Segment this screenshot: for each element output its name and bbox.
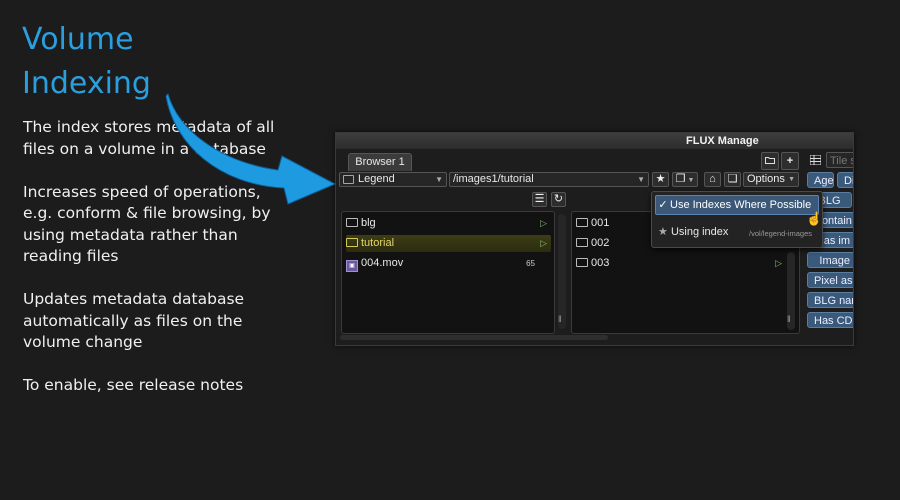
options-dropdown-menu: ✓ Use Indexes Where Possible ★ Using inde… bbox=[651, 191, 823, 248]
horizontal-scrollbar[interactable] bbox=[340, 335, 608, 340]
tile-view-icon[interactable] bbox=[810, 155, 821, 165]
star-icon: ★ bbox=[658, 226, 668, 238]
column-chip[interactable]: Has CD bbox=[807, 312, 853, 328]
use-indexes-menu-item[interactable]: ✓ Use Indexes Where Possible bbox=[655, 195, 819, 215]
play-icon[interactable]: ▷ bbox=[540, 215, 547, 232]
chevron-down-icon: ▼ bbox=[435, 175, 443, 184]
favourite-button[interactable]: ★ bbox=[652, 172, 669, 187]
path-select[interactable]: /images1/tutorial ▼ bbox=[449, 172, 649, 187]
folder-icon bbox=[346, 218, 358, 227]
folder-icon bbox=[765, 157, 775, 164]
column-chip[interactable]: Image bbox=[807, 252, 853, 268]
column-chip[interactable]: Dir bbox=[837, 172, 853, 188]
chevron-down-icon: ▼ bbox=[788, 176, 795, 183]
flux-manage-window: FLUX Manage Browser 1 + Tile s Legend ▼ … bbox=[335, 132, 854, 346]
mouse-cursor-icon: ☝ bbox=[806, 211, 823, 226]
refresh-icon: ↻ bbox=[553, 193, 564, 205]
sort-icon: ☰ bbox=[534, 193, 545, 205]
bookmark-menu-button[interactable]: ❐ ▼ bbox=[672, 172, 698, 187]
list-item[interactable]: ▣ 004.mov 65 bbox=[346, 255, 551, 272]
play-icon[interactable]: ▷ bbox=[775, 255, 782, 272]
frame-count: 65 bbox=[526, 259, 535, 268]
window-title: FLUX Manage bbox=[686, 135, 759, 147]
parent-folder-button[interactable]: ❏ bbox=[724, 172, 741, 187]
folder-icon bbox=[346, 238, 358, 247]
left-file-pane: blg ▷ tutorial ▷ ▣ 004.mov 65 ‖ bbox=[341, 211, 566, 334]
using-index-menu-item[interactable]: ★ Using index bbox=[658, 225, 728, 238]
add-button[interactable]: + bbox=[781, 152, 799, 170]
chevron-down-icon: ▼ bbox=[685, 177, 695, 184]
bookmark-icon: ❐ bbox=[675, 173, 686, 185]
column-chip[interactable]: BLG nar bbox=[807, 292, 853, 308]
folder-icon bbox=[576, 218, 588, 227]
refresh-button[interactable]: ↻ bbox=[551, 192, 566, 207]
options-button[interactable]: Options ▼ bbox=[743, 172, 799, 187]
callout-arrow-icon bbox=[165, 93, 337, 205]
home-icon: ⌂ bbox=[709, 173, 716, 185]
folder-icon bbox=[576, 238, 588, 247]
window-titlebar: FLUX Manage bbox=[336, 133, 853, 149]
column-chip[interactable]: Age bbox=[807, 172, 834, 188]
sort-button[interactable]: ☰ bbox=[532, 192, 547, 207]
grip-icon[interactable]: ‖ bbox=[558, 314, 562, 324]
bullet-3: Updates metadata database automatically … bbox=[23, 290, 245, 351]
home-button[interactable]: ⌂ bbox=[704, 172, 721, 187]
list-item[interactable]: blg ▷ bbox=[346, 215, 551, 232]
column-chip[interactable]: Pixel as bbox=[807, 272, 853, 288]
legend-select-value: Legend bbox=[358, 173, 395, 185]
new-folder-button[interactable] bbox=[761, 152, 779, 170]
vertical-scrollbar[interactable] bbox=[558, 214, 566, 329]
checkmark-icon: ✓ bbox=[658, 199, 668, 211]
path-select-value: /images1/tutorial bbox=[453, 173, 534, 185]
chevron-down-icon: ▼ bbox=[637, 175, 645, 184]
play-icon[interactable]: ▷ bbox=[540, 235, 547, 252]
options-label: Options bbox=[747, 173, 785, 185]
folder-icon bbox=[576, 258, 588, 267]
bullet-4: To enable, see release notes bbox=[23, 376, 244, 394]
list-item[interactable]: 003 ▷ bbox=[576, 255, 786, 272]
folder-up-icon: ❏ bbox=[727, 173, 738, 185]
tile-search-input[interactable]: Tile s bbox=[826, 152, 853, 168]
movie-file-icon: ▣ bbox=[346, 260, 358, 272]
index-path: /vol/legend-images bbox=[749, 229, 812, 238]
list-item[interactable]: tutorial ▷ bbox=[346, 235, 551, 252]
star-icon: ★ bbox=[655, 173, 666, 185]
grip-icon[interactable]: ‖ bbox=[787, 314, 791, 324]
